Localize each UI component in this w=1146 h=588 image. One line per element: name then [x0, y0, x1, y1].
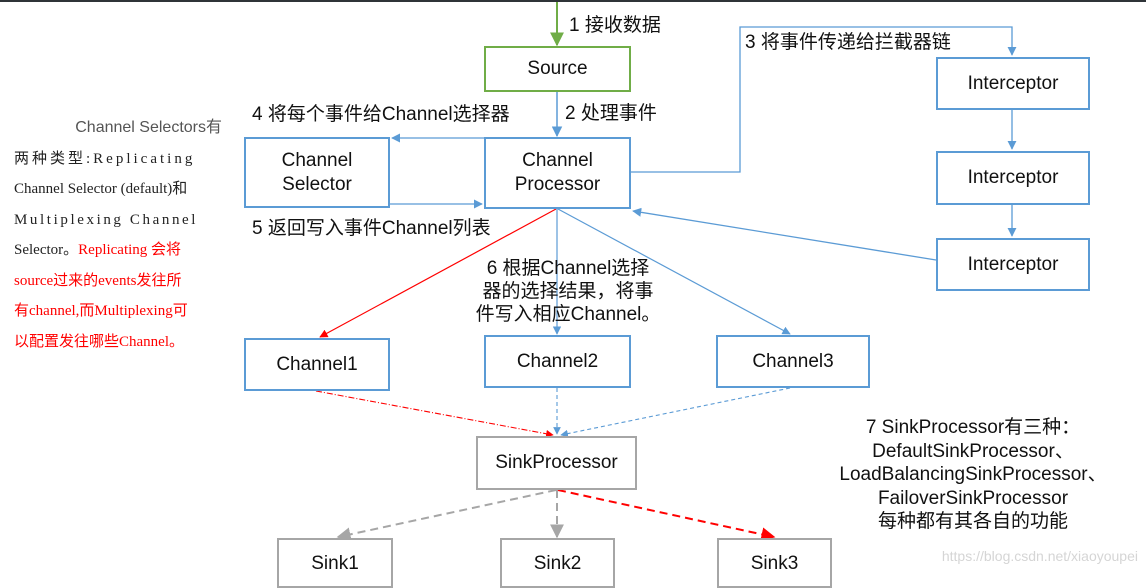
channel-processor-node[interactable]: Channel Processor	[484, 137, 631, 209]
sink-processor-node[interactable]: SinkProcessor	[476, 436, 637, 490]
channel3-label: Channel3	[752, 350, 834, 372]
interceptor-node-1[interactable]: Interceptor	[936, 57, 1090, 110]
step7-line1: 7 SinkProcessor有三种：	[865, 417, 1081, 438]
interceptor-node-2[interactable]: Interceptor	[936, 151, 1090, 205]
note-line1: Channel Selectors有	[75, 119, 222, 136]
sink1-label: Sink1	[311, 553, 359, 574]
step7-line5: 每种都有其各自的功能	[877, 511, 1068, 532]
step7-line2: DefaultSinkProcessor、	[872, 440, 1074, 462]
sink1-node[interactable]: Sink1	[277, 538, 393, 588]
edge-sinkprocessor-sink3	[557, 489, 776, 542]
source-label: Source	[527, 58, 588, 79]
step5-label: 5 返回写入事件Channel列表	[252, 218, 491, 239]
step7-line3: LoadBalancingSinkProcessor、	[839, 464, 1107, 485]
edge-channel1-sinkprocessor	[315, 390, 554, 438]
interceptor-node-3[interactable]: Interceptor	[936, 238, 1090, 291]
note-line8: 以配置发往哪些Channel。	[14, 333, 184, 350]
edge-interceptor-processor	[632, 207, 937, 261]
sink3-node[interactable]: Sink3	[717, 538, 832, 588]
note-line5-black: Selector。	[14, 242, 79, 258]
channel-selector-label-line2: Selector	[282, 173, 352, 195]
edge-channel3-sinkprocessor	[560, 387, 791, 438]
note-line4: Multiplexing Channel	[14, 211, 199, 228]
sink2-label: Sink2	[533, 553, 582, 574]
step6-line1: 6 根据Channel选择	[486, 258, 650, 279]
channel-processor-label-line2: Processor	[514, 174, 601, 195]
channel-selector-label-line1: Channel	[281, 149, 353, 171]
step2-label: 2 处理事件	[565, 103, 657, 124]
note-line3: Channel Selector (default)和	[14, 181, 188, 197]
step3-label: 3 将事件传递给拦截器链	[745, 32, 951, 53]
step7-label: 7 SinkProcessor有三种： DefaultSinkProcessor…	[838, 416, 1108, 534]
step7-line4: FailoverSinkProcessor	[877, 487, 1069, 509]
channel2-label: Channel2	[516, 350, 599, 372]
step4-label: 4 将每个事件给Channel选择器	[252, 104, 510, 125]
note-line7: 有channel,而Multiplexing可	[14, 303, 188, 319]
sink3-label: Sink3	[750, 553, 799, 574]
interceptor-label: Interceptor	[967, 72, 1059, 94]
note-line5-red: Replicating 会将	[78, 242, 182, 258]
channel-selector-note: Channel Selectors有 两种类型:Replicating Chan…	[14, 113, 222, 357]
channel1-node[interactable]: Channel1	[244, 338, 390, 391]
interceptor-label: Interceptor	[967, 253, 1059, 275]
note-line2: 两种类型:Replicating	[14, 150, 196, 167]
channel1-label: Channel1	[276, 353, 358, 375]
channel3-node[interactable]: Channel3	[716, 335, 870, 388]
channel-processor-label-line1: Channel	[522, 150, 593, 171]
edge-sinkprocessor-sink1	[336, 489, 557, 542]
channel2-node[interactable]: Channel2	[484, 335, 631, 388]
note-line6: source过来的events发往所	[14, 272, 182, 289]
sink2-node[interactable]: Sink2	[500, 538, 615, 588]
channel-selector-node[interactable]: Channel Selector	[244, 137, 390, 208]
step1-label: 1 接收数据	[569, 15, 661, 36]
step6-label: 6 根据Channel选择 器的选择结果，将事 件写入相应Channel。	[468, 257, 668, 326]
source-node[interactable]: Source	[484, 46, 631, 92]
interceptor-label: Interceptor	[967, 167, 1059, 188]
watermark: https://blog.csdn.net/xiaoyoupei	[941, 548, 1138, 564]
step6-line2: 器的选择结果，将事	[482, 281, 654, 302]
sink-processor-label: SinkProcessor	[495, 452, 618, 473]
step6-line3: 件写入相应Channel。	[475, 304, 661, 325]
